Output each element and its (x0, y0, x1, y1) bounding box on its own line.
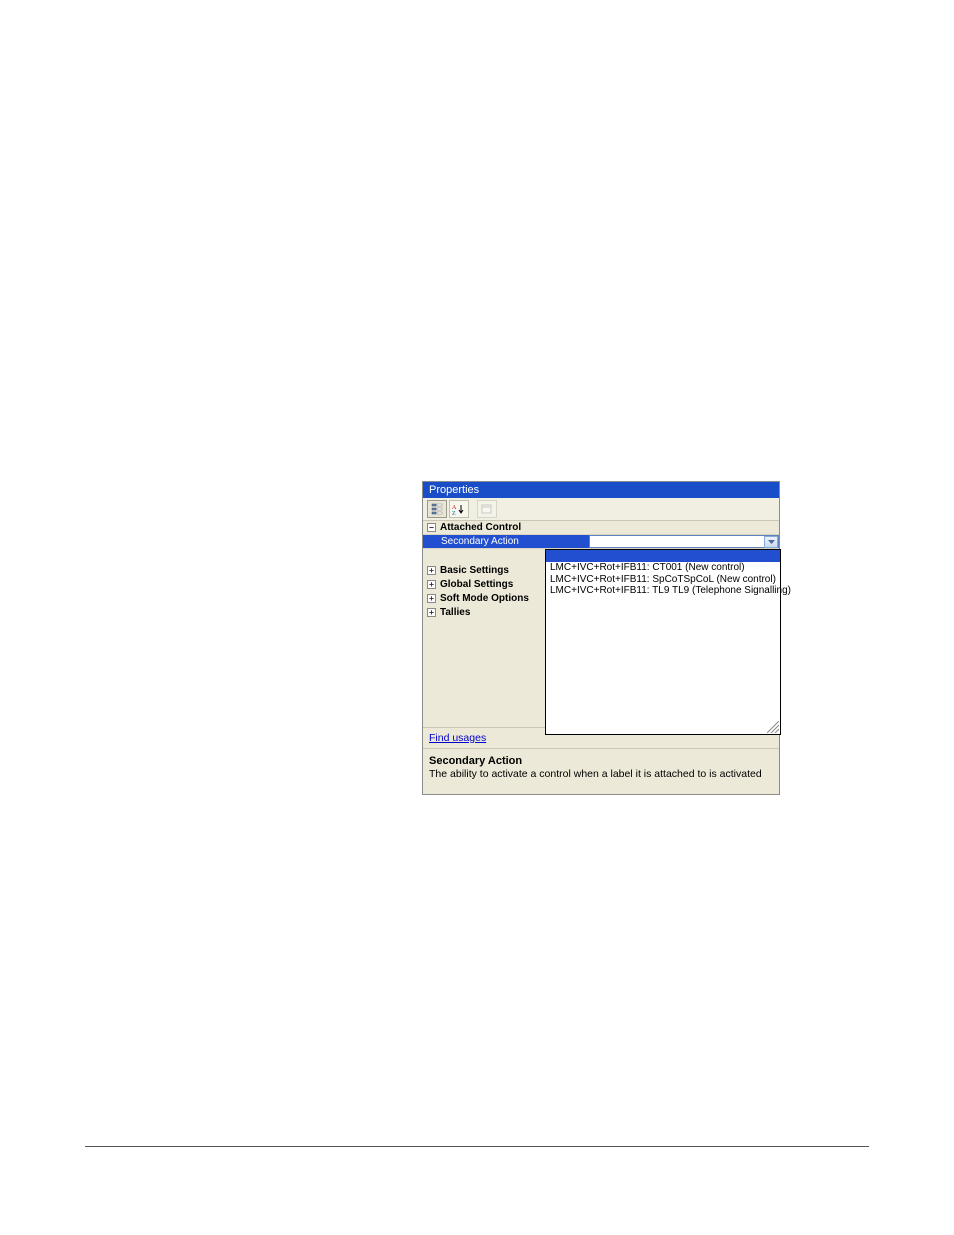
property-grid: − Attached Control Secondary Action + Ba… (423, 521, 779, 794)
categorized-icon (431, 503, 443, 515)
dropdown-button[interactable] (764, 536, 778, 548)
description-text: The ability to activate a control when a… (429, 768, 773, 780)
property-row-secondary-action: Secondary Action (423, 535, 779, 549)
resize-grip[interactable] (767, 721, 779, 733)
expand-icon[interactable]: + (427, 580, 436, 589)
property-pages-button[interactable] (477, 500, 497, 518)
grid-body: + Basic Settings + Global Settings + Sof… (423, 549, 779, 727)
page-footer-rule (85, 1146, 869, 1147)
category-stack: + Basic Settings + Global Settings + Sof… (423, 563, 543, 619)
dropdown-option[interactable]: LMC+IVC+Rot+IFB11: SpCoTSpCoL (New contr… (546, 574, 780, 586)
expand-icon[interactable]: + (427, 566, 436, 575)
property-pages-icon (481, 503, 493, 515)
category-global-settings[interactable]: + Global Settings (423, 577, 543, 591)
categorized-view-button[interactable] (427, 500, 447, 518)
category-label: Basic Settings (440, 565, 509, 576)
dropdown-list[interactable]: LMC+IVC+Rot+IFB11: CT001 (New control) L… (545, 549, 781, 735)
properties-window: Properties A Z (422, 481, 780, 795)
alphabetical-sort-button[interactable]: A Z (449, 500, 469, 518)
description-title: Secondary Action (429, 755, 773, 767)
chevron-down-icon (768, 540, 775, 544)
svg-text:Z: Z (452, 511, 456, 515)
category-tallies[interactable]: + Tallies (423, 605, 543, 619)
expand-icon[interactable]: + (427, 594, 436, 603)
property-label: Secondary Action (423, 535, 589, 548)
window-title: Properties (429, 484, 479, 496)
category-label: Soft Mode Options (440, 593, 529, 604)
collapse-icon[interactable]: − (427, 523, 436, 532)
category-attached-control[interactable]: − Attached Control (423, 521, 779, 535)
sort-az-icon: A Z (452, 503, 466, 515)
category-basic-settings[interactable]: + Basic Settings (423, 563, 543, 577)
dropdown-option[interactable]: LMC+IVC+Rot+IFB11: TL9 TL9 (Telephone Si… (546, 585, 780, 597)
property-value-dropdown[interactable] (589, 535, 779, 548)
category-soft-mode-options[interactable]: + Soft Mode Options (423, 591, 543, 605)
window-title-bar: Properties (423, 482, 779, 498)
expand-icon[interactable]: + (427, 608, 436, 617)
dropdown-option[interactable]: LMC+IVC+Rot+IFB11: CT001 (New control) (546, 562, 780, 574)
toolbar: A Z (423, 498, 779, 521)
grip-icon (767, 721, 779, 733)
find-usages-link[interactable]: Find usages (429, 732, 486, 744)
category-label: Attached Control (440, 522, 521, 533)
category-label: Global Settings (440, 579, 513, 590)
description-panel: Secondary Action The ability to activate… (423, 748, 779, 794)
dropdown-blank-option[interactable] (546, 550, 780, 562)
category-label: Tallies (440, 607, 470, 618)
